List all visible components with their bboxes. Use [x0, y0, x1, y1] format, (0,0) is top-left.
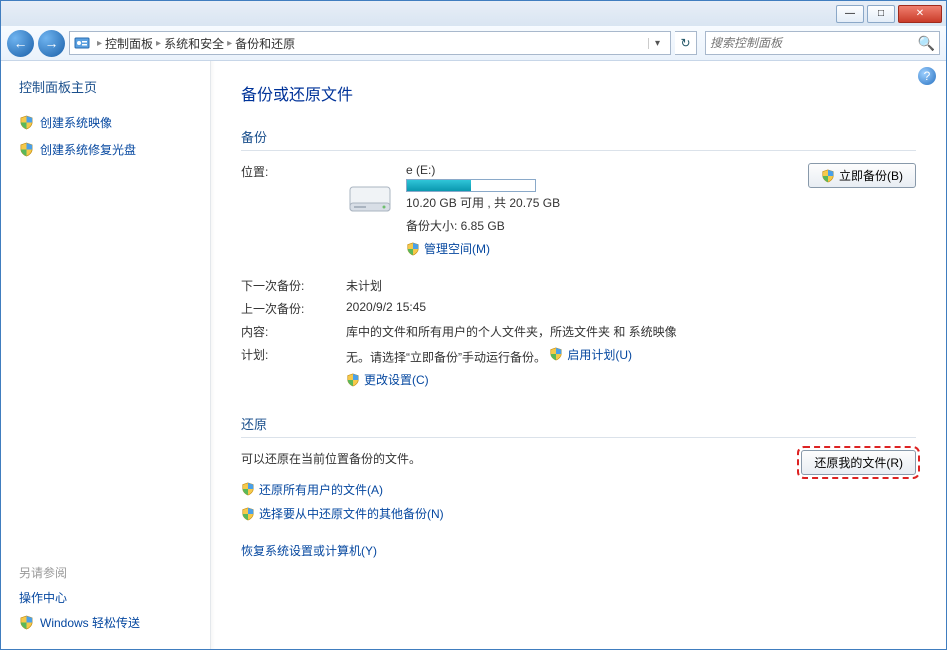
- chevron-right-icon: ▸: [227, 38, 232, 49]
- location-label: 位置:: [241, 163, 346, 259]
- schedule-value: 无。请选择“立即备份”手动运行备份。: [346, 350, 546, 364]
- forward-button[interactable]: →: [38, 30, 65, 57]
- restore-text: 可以还原在当前位置备份的文件。: [241, 450, 421, 475]
- shield-icon: [19, 142, 34, 157]
- manage-space-link[interactable]: 管理空间(M): [406, 240, 490, 257]
- minimize-button[interactable]: —: [836, 5, 864, 23]
- next-backup-value: 未计划: [346, 277, 916, 294]
- maximize-button[interactable]: □: [867, 5, 895, 23]
- content-value: 库中的文件和所有用户的个人文件夹，所选文件夹 和 系统映像: [346, 323, 916, 340]
- shield-icon: [241, 482, 255, 496]
- last-backup-value: 2020/9/2 15:45: [346, 300, 916, 314]
- action-center-link[interactable]: 操作中心: [19, 589, 200, 606]
- address-dropdown[interactable]: ▾: [648, 38, 666, 49]
- disk-progress: [406, 179, 536, 192]
- see-also-label: 另请参阅: [19, 564, 200, 581]
- address-bar[interactable]: ▸ 控制面板 ▸ 系统和安全 ▸ 备份和还原 ▾: [69, 31, 671, 55]
- control-panel-home-link[interactable]: 控制面板主页: [19, 77, 200, 96]
- schedule-label: 计划:: [241, 346, 346, 363]
- easy-transfer-link[interactable]: Windows 轻松传送: [19, 614, 200, 631]
- chevron-right-icon: ▸: [97, 38, 102, 49]
- change-settings-link[interactable]: 更改设置(C): [346, 371, 429, 388]
- restore-all-users-link[interactable]: 还原所有用户的文件(A): [241, 481, 383, 498]
- last-backup-label: 上一次备份:: [241, 300, 346, 317]
- chevron-right-icon: ▸: [156, 38, 161, 49]
- create-repair-disc-link[interactable]: 创建系统修复光盘: [19, 141, 200, 158]
- sidebar: 控制面板主页 创建系统映像 创建系统修复光盘 另请参阅 操作中心 Windows…: [1, 61, 211, 649]
- restore-section-title: 还原: [241, 414, 916, 438]
- next-backup-label: 下一次备份:: [241, 277, 346, 294]
- backup-size-text: 备份大小: 6.85 GB: [406, 217, 560, 234]
- navbar: ← → ▸ 控制面板 ▸ 系统和安全 ▸ 备份和还原 ▾ ↻ 🔍: [1, 26, 946, 61]
- shield-icon: [406, 242, 420, 256]
- backup-now-button[interactable]: 立即备份(B): [808, 163, 916, 188]
- breadcrumb[interactable]: 控制面板: [105, 35, 153, 52]
- control-panel-icon: [74, 35, 90, 51]
- content-label: 内容:: [241, 323, 346, 340]
- search-box[interactable]: 🔍: [705, 31, 940, 55]
- shield-icon: [19, 615, 34, 630]
- close-button[interactable]: ✕: [898, 5, 942, 23]
- create-system-image-link[interactable]: 创建系统映像: [19, 114, 200, 131]
- search-input[interactable]: [710, 36, 918, 50]
- back-button[interactable]: ←: [7, 30, 34, 57]
- backup-section-title: 备份: [241, 127, 916, 151]
- help-icon[interactable]: ?: [918, 67, 936, 85]
- select-other-backup-link[interactable]: 选择要从中还原文件的其他备份(N): [241, 505, 444, 522]
- titlebar: — □ ✕: [1, 1, 946, 26]
- refresh-button[interactable]: ↻: [675, 31, 697, 55]
- shield-icon: [241, 507, 255, 521]
- breadcrumb[interactable]: 系统和安全: [164, 35, 224, 52]
- breadcrumb[interactable]: 备份和还原: [235, 35, 295, 52]
- shield-icon: [346, 373, 360, 387]
- search-icon[interactable]: 🔍: [918, 35, 935, 52]
- shield-icon: [19, 115, 34, 130]
- enable-schedule-link[interactable]: 启用计划(U): [549, 346, 632, 363]
- page-title: 备份或还原文件: [241, 81, 916, 105]
- disk-icon: [346, 181, 394, 217]
- location-value: e (E:): [406, 163, 560, 177]
- free-space-text: 10.20 GB 可用 , 共 20.75 GB: [406, 194, 560, 211]
- shield-icon: [549, 347, 563, 361]
- recover-system-link[interactable]: 恢复系统设置或计算机(Y): [241, 542, 377, 559]
- shield-icon: [821, 169, 835, 183]
- restore-my-files-button[interactable]: 还原我的文件(R): [801, 450, 916, 475]
- main-panel: 备份或还原文件 备份 位置: e (E:) 10.20 GB 可用 , 共 20…: [211, 61, 946, 649]
